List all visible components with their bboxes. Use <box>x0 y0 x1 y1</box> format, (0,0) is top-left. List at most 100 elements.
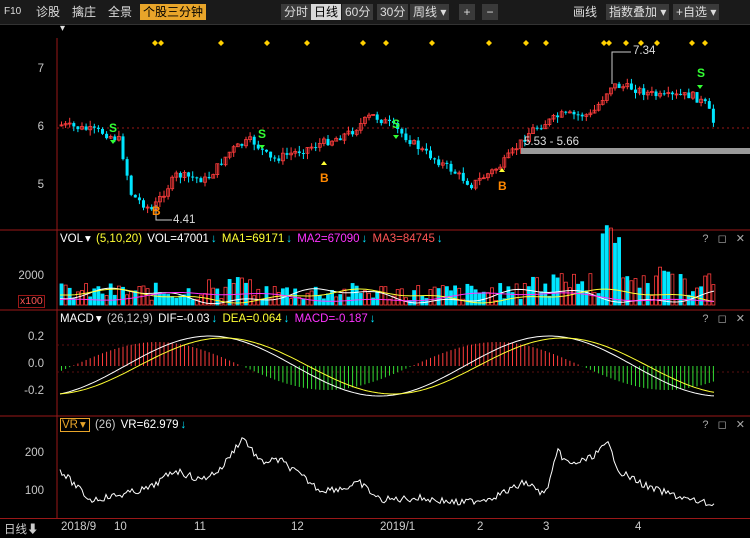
volume-bar <box>67 287 72 306</box>
volume-bar <box>379 286 384 306</box>
volume-bar <box>170 296 175 306</box>
candle-body <box>642 88 646 95</box>
vol-ma1: MA1=69171 <box>221 233 285 245</box>
event-diamond-icon <box>360 40 366 46</box>
candle-body <box>670 92 674 95</box>
candle-body <box>576 114 580 116</box>
buy-signal: B <box>498 179 507 193</box>
candle-body <box>465 180 469 185</box>
volume-bar <box>264 286 269 306</box>
candle-body <box>654 91 658 97</box>
macd-tick-zero: 0.0 <box>28 358 44 370</box>
volume-bar <box>559 273 564 306</box>
candle-body <box>113 136 117 141</box>
volume-bar <box>174 297 179 306</box>
chevron-down-icon[interactable]: ▾ <box>80 419 86 431</box>
date-label: 2018/9 <box>61 521 97 533</box>
arrow-up-icon <box>321 161 327 165</box>
period-indicator[interactable]: 日线⬇ <box>4 521 39 537</box>
chevron-down-icon[interactable]: ▾ <box>85 233 91 245</box>
candle-body <box>433 158 437 160</box>
macd-dea-line <box>59 337 715 395</box>
low-price-label: 4.41 <box>173 214 196 226</box>
vr-panel-controls[interactable]: ? ◻ ✕ <box>702 418 748 433</box>
candle-body <box>629 83 633 90</box>
candle-body <box>379 119 383 124</box>
volume-bar <box>609 227 613 306</box>
vol-value: VOL=47001 <box>147 233 209 245</box>
candle-body <box>634 89 637 93</box>
candle-body <box>662 93 666 95</box>
volume-bar <box>518 298 523 306</box>
vr-header: VR ▾ (26) VR=62.979 ↓ <box>60 418 188 433</box>
volume-bar <box>100 293 105 306</box>
vr-line <box>59 437 715 507</box>
candle-body <box>388 119 391 122</box>
volume-bar <box>256 288 261 306</box>
volume-bar <box>59 283 64 306</box>
vol-unit: x100 <box>18 295 45 308</box>
kline-chart-canvas[interactable] <box>0 0 750 537</box>
candle-body <box>96 127 100 129</box>
macd-header: MACD ▾ (26,12,9) DIF=-0.03 ↓ DEA=0.064 ↓ MA… <box>60 312 378 327</box>
vol-panel-controls[interactable]: ? ◻ ✕ <box>702 232 748 247</box>
date-label: 12 <box>291 521 304 533</box>
volume-bar <box>211 287 216 306</box>
candle-body <box>461 172 465 181</box>
vr-indicator-name[interactable]: VR ▾ <box>60 418 90 432</box>
date-label: 11 <box>194 521 206 533</box>
volume-bar <box>547 295 552 306</box>
volume-bar <box>145 288 150 306</box>
chevron-down-icon[interactable]: ▾ <box>96 313 102 325</box>
volume-bar <box>362 290 367 306</box>
volume-bar <box>576 283 580 306</box>
date-axis: 日线⬇ 2018/9 10 11 12 2019/1 2 3 4 <box>0 518 750 538</box>
arrow-down-icon: ↓ <box>369 313 376 325</box>
candle-body <box>301 153 305 155</box>
volume-bar <box>395 289 400 306</box>
volume-bar <box>670 273 675 306</box>
volume-bar <box>157 292 162 306</box>
volume-bar <box>125 294 129 306</box>
candle-body <box>265 149 268 152</box>
candle-body <box>101 128 104 134</box>
candle-body <box>445 162 449 164</box>
candle-body <box>269 151 273 158</box>
macd-value: MACD=-0.187 <box>294 313 368 325</box>
candle-body <box>416 140 420 150</box>
volume-bar <box>666 271 671 306</box>
candle-body <box>252 136 256 145</box>
candle-body <box>707 101 711 109</box>
range-label: 5.53 - 5.66 <box>524 136 579 148</box>
macd-dif: DIF=-0.03 <box>158 313 210 325</box>
candle-body <box>314 147 318 149</box>
candle-body <box>351 131 355 135</box>
date-label: 3 <box>543 521 550 533</box>
date-label: 2 <box>477 521 484 533</box>
event-diamond-icon <box>304 40 310 46</box>
vol-header: VOL ▾ (5,10,20) VOL=47001 ↓ MA1=69171 ↓ MA2… <box>60 232 445 247</box>
volume-bar <box>654 275 658 306</box>
high-marker-line <box>611 51 631 84</box>
volume-bar <box>350 283 355 306</box>
candle-body <box>84 126 88 130</box>
volume-bar <box>600 233 605 306</box>
candle-body <box>105 133 109 139</box>
volume-bar <box>596 293 601 306</box>
macd-panel-controls[interactable]: ? ◻ ✕ <box>702 312 748 327</box>
vol-indicator-name[interactable]: VOL <box>60 233 83 245</box>
volume-bar <box>149 299 154 306</box>
volume-bar <box>637 287 642 306</box>
candle-body <box>133 194 137 198</box>
arrow-down-icon: ↓ <box>180 419 187 431</box>
candle-body <box>400 128 404 134</box>
high-price-label: 7.34 <box>633 45 656 57</box>
arrow-down-icon <box>393 135 399 139</box>
volume-bar <box>338 294 343 306</box>
volume-bar <box>178 295 183 306</box>
candle-body <box>375 114 379 120</box>
volume-bar <box>207 279 212 306</box>
volume-bar <box>645 283 650 306</box>
vr-tick-100: 100 <box>24 485 44 497</box>
macd-indicator-name[interactable]: MACD <box>60 313 94 325</box>
